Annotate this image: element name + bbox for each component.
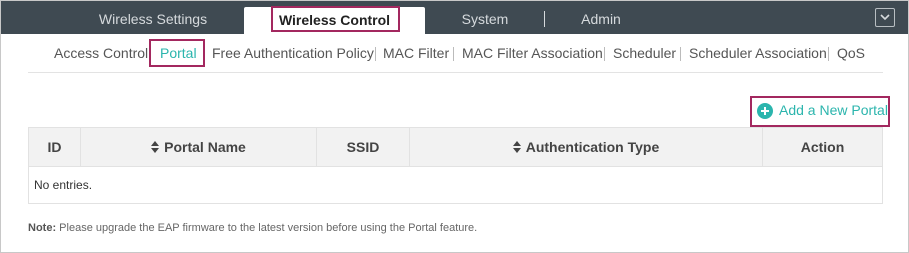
subtab-divider (828, 47, 829, 61)
highlight-portal (149, 39, 205, 67)
subtab-scheduler-association[interactable]: Scheduler Association (689, 45, 827, 61)
column-header-portal-name-label: Portal Name (164, 139, 246, 155)
highlight-wireless-control (271, 6, 400, 32)
tab-divider (544, 11, 545, 27)
subtab-qos[interactable]: QoS (837, 45, 865, 61)
subtab-access-control[interactable]: Access Control (54, 45, 148, 61)
sort-icon[interactable] (512, 141, 521, 153)
sub-nav: Access Control Portal Free Authenticatio… (0, 45, 909, 63)
tab-wireless-settings[interactable]: Wireless Settings (63, 1, 243, 34)
subtab-divider (680, 47, 681, 61)
column-header-authentication-type-label: Authentication Type (525, 139, 660, 155)
column-header-action: Action (800, 139, 845, 155)
column-header-ssid: SSID (346, 139, 380, 155)
empty-table-message: No entries. (34, 178, 93, 192)
subtab-free-authentication-policy[interactable]: Free Authentication Policy (212, 45, 374, 61)
top-nav-bar: Wireless Settings Wireless Control Syste… (1, 1, 908, 34)
subtab-divider (375, 47, 376, 61)
note-text: Please upgrade the EAP firmware to the l… (59, 222, 478, 234)
sub-nav-divider (28, 72, 883, 73)
table-header: ID Portal Name SSID Authentication Type … (29, 128, 882, 167)
column-header-portal-name[interactable]: Portal Name (81, 128, 316, 166)
chevron-down-icon (880, 14, 890, 21)
column-header-id: ID (47, 139, 62, 155)
firmware-note: Note: Please upgrade the EAP firmware to… (28, 222, 477, 234)
tab-system[interactable]: System (425, 1, 545, 34)
portal-table: ID Portal Name SSID Authentication Type … (28, 127, 883, 204)
subtab-scheduler[interactable]: Scheduler (613, 45, 676, 61)
note-prefix: Note: (28, 222, 57, 234)
subtab-divider (453, 47, 454, 61)
subtab-mac-filter[interactable]: MAC Filter (383, 45, 449, 61)
tab-admin[interactable]: Admin (551, 1, 651, 34)
sort-icon[interactable] (151, 141, 160, 153)
highlight-add-portal (750, 96, 890, 127)
subtab-mac-filter-association[interactable]: MAC Filter Association (462, 45, 603, 61)
subtab-divider (604, 47, 605, 61)
column-header-authentication-type[interactable]: Authentication Type (410, 128, 762, 166)
collapse-button[interactable] (875, 8, 895, 27)
